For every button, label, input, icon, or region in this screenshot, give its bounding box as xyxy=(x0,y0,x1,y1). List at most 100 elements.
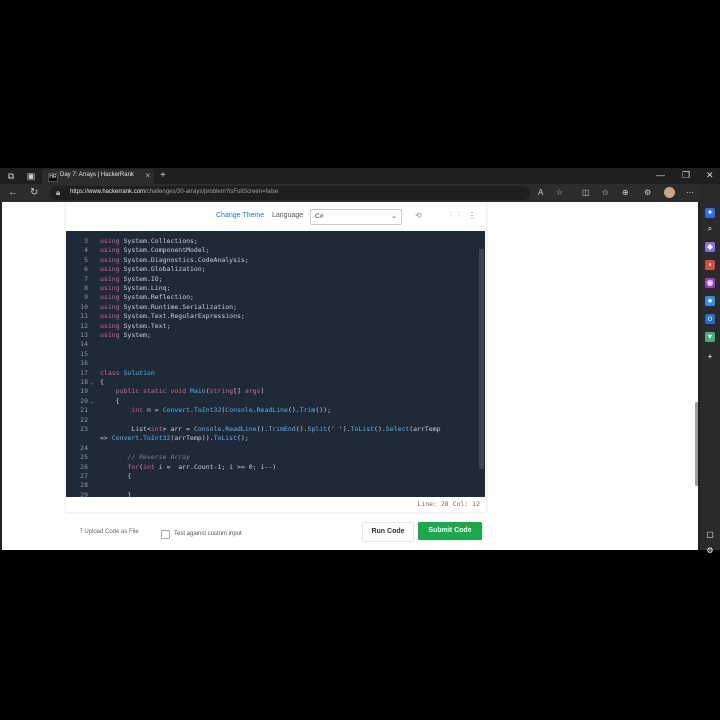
code-line[interactable]: 19 public static void Main(string[] args… xyxy=(66,387,480,396)
code-line[interactable]: 16 xyxy=(66,359,480,368)
code-line[interactable]: 14 xyxy=(66,340,480,349)
line-number: 22 xyxy=(80,415,88,424)
tab-actions-icon[interactable]: ▣ xyxy=(26,171,36,181)
chevron-down-icon: ⌄ xyxy=(391,213,397,220)
code-line[interactable]: 27 { xyxy=(66,472,480,481)
copilot-icon[interactable]: ✦ xyxy=(705,208,715,218)
favorite-star-icon[interactable]: ☆ xyxy=(556,188,563,197)
close-window-icon[interactable]: ✕ xyxy=(706,170,714,181)
code-token: ToList xyxy=(350,425,375,433)
drop-icon[interactable]: ▾ xyxy=(705,332,715,342)
code-line[interactable]: 12 using System.Text; xyxy=(66,322,480,331)
code-line[interactable]: 28 xyxy=(66,481,480,490)
new-tab-icon[interactable]: + xyxy=(160,170,166,181)
sidebar-toggle-icon[interactable]: ▢ xyxy=(705,530,715,540)
code-text: using System.Collections; xyxy=(100,237,198,246)
tag-icon[interactable]: ◆ xyxy=(705,242,715,252)
refresh-icon[interactable]: ↻ xyxy=(30,187,38,199)
code-line[interactable]: 22 xyxy=(66,416,480,425)
page-scrollbar[interactable] xyxy=(695,402,698,486)
more-options-icon[interactable]: ⋮ xyxy=(468,211,476,220)
code-line[interactable]: 15 xyxy=(66,350,480,359)
cursor-position: Line: 28 Col: 12 xyxy=(417,500,480,508)
games-icon[interactable]: ◉ xyxy=(705,278,715,288)
code-line[interactable]: 7 using System.IO; xyxy=(66,275,480,284)
code-line[interactable]: 24 xyxy=(66,444,480,453)
submit-code-button[interactable]: Submit Code xyxy=(418,522,482,540)
restore-icon[interactable]: ❐ xyxy=(682,170,690,181)
extensions-icon[interactable]: ⚙ xyxy=(644,188,651,197)
split-screen-icon[interactable]: ◫ xyxy=(582,188,590,197)
reset-code-icon[interactable]: ⟲ xyxy=(415,211,422,220)
fold-chevron-icon[interactable]: ⌄ xyxy=(90,378,94,387)
code-token: string xyxy=(209,387,234,396)
more-menu-icon[interactable]: ⋯ xyxy=(686,188,694,197)
briefcase-icon[interactable]: ▪ xyxy=(705,260,715,270)
code-token: { xyxy=(100,472,132,480)
code-text: List<int> arr = Console.ReadLine().TrimE… xyxy=(100,425,440,434)
code-line[interactable]: => Convert.ToInt32(arrTemp)).ToList(); xyxy=(66,434,480,443)
code-token: using xyxy=(100,302,120,311)
code-line[interactable]: 21 int n = Convert.ToInt32(Console.ReadL… xyxy=(66,406,480,415)
custom-input-checkbox[interactable] xyxy=(161,530,170,539)
profile-avatar[interactable] xyxy=(664,187,675,198)
code-token: (arrTemp)). xyxy=(170,434,214,443)
code-line[interactable]: 26 for(int i = arr.Count-1; i >= 0; i--) xyxy=(66,463,480,472)
code-line[interactable]: 11 using System.Text.RegularExpressions; xyxy=(66,312,480,321)
line-number: 5 xyxy=(84,255,88,264)
code-line[interactable]: 6 using System.Globalization; xyxy=(66,265,480,274)
language-value: C# xyxy=(315,213,324,220)
add-icon[interactable]: + xyxy=(705,352,715,362)
line-number: 16 xyxy=(80,359,88,368)
code-token: ) xyxy=(260,387,265,396)
settings-icon[interactable]: ⚙ xyxy=(705,546,715,556)
code-token: using xyxy=(100,331,120,339)
code-token: TrimEnd xyxy=(268,425,296,433)
code-line[interactable]: 18 ⌄ { xyxy=(66,378,480,387)
line-number: 19 xyxy=(80,387,88,396)
code-line[interactable]: 25 // Reverse Array xyxy=(66,453,480,462)
code-line[interactable]: 17 class Solution xyxy=(66,369,480,378)
code-token: ToInt32 xyxy=(143,434,171,443)
fold-chevron-icon[interactable]: ⌄ xyxy=(90,397,94,406)
code-line[interactable]: 8 using System.Linq; xyxy=(66,284,480,293)
lock-icon[interactable]: 🔒︎ xyxy=(56,188,60,198)
upload-label: Upload Code as File xyxy=(84,529,139,535)
minimize-icon[interactable]: — xyxy=(656,170,665,180)
code-line[interactable]: 23 List<int> arr = Console.ReadLine().Tr… xyxy=(66,425,480,434)
m365-icon[interactable]: ● xyxy=(705,296,715,306)
outlook-icon[interactable]: o xyxy=(705,314,715,324)
workspaces-icon[interactable]: ⧉ xyxy=(6,171,16,181)
fullscreen-icon[interactable]: ⋮⋮ xyxy=(447,211,463,220)
code-token: Solution xyxy=(123,368,155,377)
code-token: [] xyxy=(233,387,245,396)
code-text: using System.IO; xyxy=(100,275,163,284)
code-line[interactable]: 4 using System.ComponentModel; xyxy=(66,246,480,255)
editor-status-bar: Line: 28 Col: 12 xyxy=(66,497,486,512)
code-line[interactable]: 5 using System.Diagnostics.CodeAnalysis; xyxy=(66,256,480,265)
code-line[interactable]: 10 using System.Runtime.Serialization; xyxy=(66,303,480,312)
read-aloud-icon[interactable]: A xyxy=(538,188,543,197)
tab-close-icon[interactable]: × xyxy=(145,171,150,180)
code-line[interactable]: 20 ⌄ { xyxy=(66,397,480,406)
browser-window: ⧉ ▣ HR Day 7: Arrays | HackerRank × + — … xyxy=(0,168,720,555)
back-icon[interactable]: ← xyxy=(8,187,18,199)
run-code-button[interactable]: Run Code xyxy=(362,522,414,542)
upload-code-link[interactable]: ⤒ Upload Code as File xyxy=(80,529,139,536)
change-theme-link[interactable]: Change Theme xyxy=(216,212,264,219)
code-line[interactable]: 3 using System.Collections; xyxy=(66,237,480,246)
code-token: > arr = xyxy=(162,425,194,433)
line-number: 24 xyxy=(80,443,88,452)
collections-icon[interactable]: ⊕ xyxy=(622,188,629,197)
favorites-icon[interactable]: ✩ xyxy=(602,188,609,197)
code-line[interactable]: 9 using System.Reflection; xyxy=(66,293,480,302)
line-number: 23 xyxy=(80,425,88,433)
tab-active[interactable]: HR Day 7: Arrays | HackerRank × xyxy=(42,169,154,184)
url-field[interactable]: 🔒︎ https://www.hackerrank.com/challenges… xyxy=(50,186,530,200)
search-icon[interactable]: ⌕ xyxy=(705,224,715,234)
code-editor[interactable]: 3 using System.Collections; 4 using System.… xyxy=(66,231,485,497)
code-line[interactable]: 13 using System; xyxy=(66,331,480,340)
language-select[interactable]: C# ⌄ xyxy=(310,209,402,225)
line-number: 15 xyxy=(80,349,88,358)
